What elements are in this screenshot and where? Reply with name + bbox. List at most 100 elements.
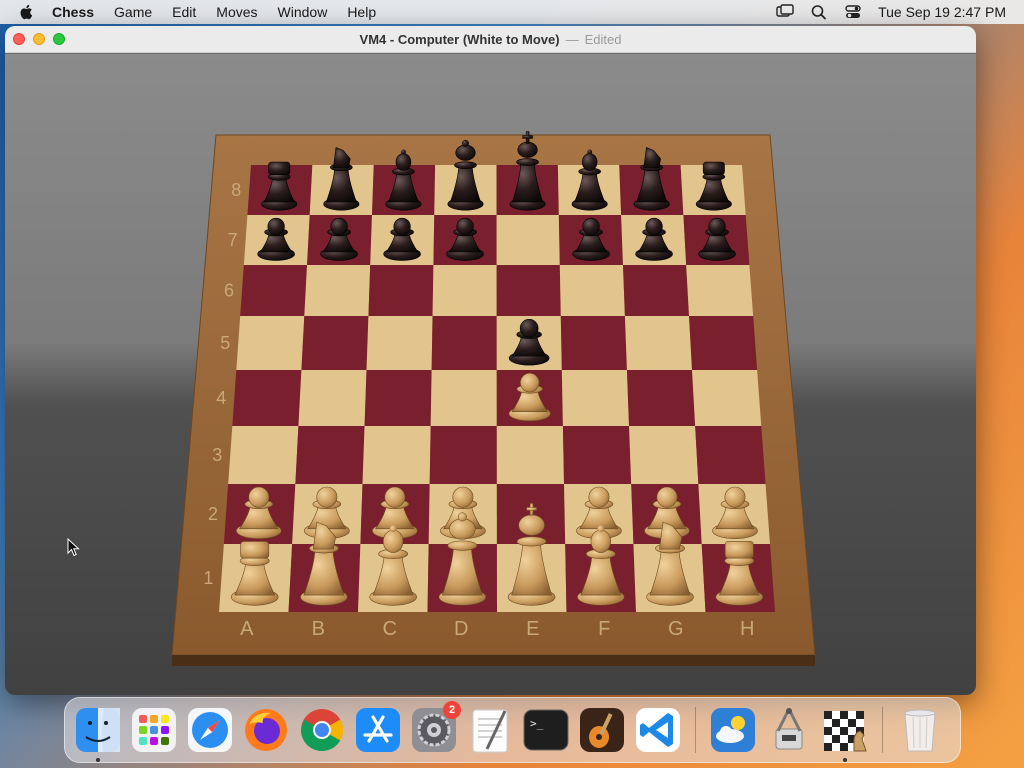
square-f4[interactable] [561, 370, 630, 426]
chrome-icon [301, 709, 344, 752]
menu-clock[interactable]: Tue Sep 19 2:47 PM [878, 4, 1006, 20]
rank-label-8: 8 [231, 180, 241, 200]
square-e6[interactable] [496, 265, 561, 316]
square-b6[interactable] [304, 265, 371, 316]
file-label-b: B [312, 618, 325, 640]
dock-safari[interactable] [185, 705, 235, 755]
safari-icon [188, 708, 232, 752]
square-b4[interactable] [298, 370, 367, 426]
square-h5[interactable] [689, 316, 758, 370]
dock-vscode[interactable] [633, 705, 683, 755]
dock-system-settings[interactable]: 2 [409, 701, 461, 755]
dock-chrome[interactable] [297, 705, 347, 755]
dock-separator [882, 707, 883, 753]
menu-window[interactable]: Window [268, 0, 338, 24]
control-center-icon[interactable] [844, 4, 862, 20]
menu-game[interactable]: Game [104, 0, 162, 24]
dock-garageband[interactable] [577, 705, 627, 755]
title-separator: — [565, 31, 579, 47]
square-a5[interactable] [236, 316, 305, 370]
square-g6[interactable] [622, 265, 690, 316]
minimize-button[interactable] [33, 33, 45, 45]
menu-edit[interactable]: Edit [162, 0, 206, 24]
trash-icon [904, 709, 936, 752]
dock-terminal[interactable]: >_ [521, 705, 571, 755]
weather-icon [711, 708, 755, 752]
square-c4[interactable] [364, 370, 432, 426]
vscode-icon [636, 708, 680, 752]
square-h3[interactable] [695, 426, 766, 484]
square-g5[interactable] [624, 316, 693, 370]
square-a3[interactable] [228, 426, 299, 484]
garageband-icon [580, 708, 624, 752]
square-g4[interactable] [626, 370, 696, 426]
running-indicator [843, 758, 847, 762]
square-d3[interactable] [429, 426, 497, 484]
rank-label-5: 5 [220, 333, 230, 353]
archive-utility-icon [775, 708, 803, 750]
screen-mirroring-icon[interactable] [776, 4, 794, 20]
square-b3[interactable] [295, 426, 365, 484]
dock-weather[interactable] [708, 705, 758, 755]
zoom-button[interactable] [53, 33, 65, 45]
window-controls [13, 33, 65, 45]
square-g3[interactable] [629, 426, 699, 484]
textedit-icon [472, 709, 508, 753]
square-e3[interactable] [496, 426, 565, 484]
file-label-e: E [526, 618, 539, 640]
mouse-cursor-icon [67, 538, 80, 557]
notification-badge: 2 [443, 701, 461, 719]
window-title: VM4 - Computer (White to Move) [359, 31, 560, 47]
dock-archive-utility[interactable] [764, 705, 814, 755]
square-d5[interactable] [431, 316, 497, 370]
dock: 2 >_ [64, 697, 961, 763]
terminal-prompt: >_ [530, 717, 544, 730]
rank-label-6: 6 [224, 281, 234, 301]
file-label-g: G [668, 618, 684, 640]
chess-board[interactable]: A B C D E F G H 1 2 3 4 5 6 7 8 [5, 54, 976, 695]
square-f3[interactable] [562, 426, 632, 484]
square-b5[interactable] [301, 316, 369, 370]
dock-launchpad[interactable] [129, 705, 179, 755]
square-e7[interactable] [496, 215, 560, 265]
square-h4[interactable] [692, 370, 762, 426]
file-label-f: F [598, 618, 610, 640]
file-label-d: D [454, 618, 468, 640]
search-icon[interactable] [810, 4, 828, 20]
dock-finder[interactable] [73, 705, 123, 762]
app-store-icon [356, 708, 400, 752]
square-c6[interactable] [368, 265, 434, 316]
file-label-a: A [240, 618, 254, 640]
dock-app-store[interactable] [353, 705, 403, 755]
rank-label-3: 3 [212, 445, 222, 465]
apple-menu-icon[interactable] [18, 3, 36, 21]
firefox-icon [245, 709, 287, 751]
square-f5[interactable] [560, 316, 627, 370]
terminal-icon: >_ [523, 709, 569, 751]
chess-icon [824, 711, 867, 752]
square-d6[interactable] [432, 265, 497, 316]
menu-help[interactable]: Help [337, 0, 386, 24]
file-label-h: H [740, 618, 754, 640]
square-h6[interactable] [686, 265, 754, 316]
square-c3[interactable] [362, 426, 431, 484]
dock-firefox[interactable] [241, 705, 291, 755]
title-edited: Edited [584, 31, 622, 47]
square-c5[interactable] [366, 316, 433, 370]
board-scene: A B C D E F G H 1 2 3 4 5 6 7 8 [5, 54, 976, 695]
dock-textedit[interactable] [465, 705, 515, 755]
file-label-c: C [383, 618, 397, 640]
dock-chess[interactable] [820, 705, 870, 762]
dock-trash[interactable] [895, 705, 945, 755]
square-a6[interactable] [240, 265, 308, 316]
title-bar[interactable]: VM4 - Computer (White to Move) — Edited [5, 26, 976, 53]
square-f6[interactable] [559, 265, 625, 316]
close-button[interactable] [13, 33, 25, 45]
square-a4[interactable] [232, 370, 302, 426]
running-indicator [96, 758, 100, 762]
menu-moves[interactable]: Moves [206, 0, 267, 24]
finder-icon [76, 708, 120, 752]
menu-app-name[interactable]: Chess [52, 0, 104, 24]
rank-label-1: 1 [203, 568, 213, 588]
square-d4[interactable] [430, 370, 497, 426]
